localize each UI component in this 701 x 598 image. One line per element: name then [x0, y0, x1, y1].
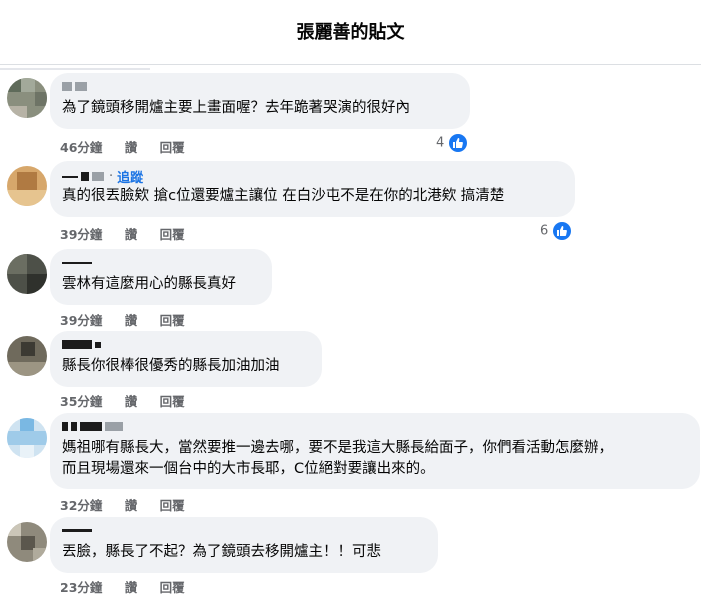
- like-button[interactable]: 讚: [125, 498, 138, 513]
- comment-bubble: 媽祖哪有縣長大，當然要推一邊去哪，要不是我這大縣長給面子，你們看活動怎麼辦， 而…: [50, 413, 700, 489]
- comment-time[interactable]: 35分鐘: [60, 394, 102, 409]
- comment-text: 丟臉，縣長了不起？為了鏡頭去移開爐主！！可悲: [62, 544, 381, 560]
- thumbs-up-icon: [449, 134, 468, 152]
- reaction-count[interactable]: 6: [540, 222, 572, 240]
- comment-text: 縣長你很棒很優秀的縣長加油加油: [62, 358, 280, 374]
- like-button[interactable]: 讚: [125, 394, 138, 409]
- comment-time[interactable]: 23分鐘: [60, 580, 102, 595]
- comment-time[interactable]: 39分鐘: [60, 227, 102, 242]
- comment-bubble: 縣長你很棒很優秀的縣長加油加油: [50, 331, 322, 387]
- comment-text: 雲林有這麼用心的縣長真好: [62, 276, 236, 292]
- comment-actions: 32分鐘 讚 回覆: [60, 495, 203, 514]
- comment-actions: 46分鐘 讚 回覆: [60, 137, 203, 156]
- reply-button[interactable]: 回覆: [160, 140, 185, 155]
- avatar[interactable]: [7, 418, 47, 458]
- comment-actions: 23分鐘 讚 回覆: [60, 577, 203, 596]
- reply-button[interactable]: 回覆: [160, 498, 185, 513]
- comment-actions: 35分鐘 讚 回覆: [60, 391, 203, 410]
- commenter-name[interactable]: [62, 419, 688, 435]
- page-header: 張麗善的貼文: [0, 0, 701, 65]
- comment-text: 為了鏡頭移開爐主要上畫面喔？去年跪著哭演的很好內: [62, 100, 410, 116]
- commenter-name[interactable]: [62, 337, 310, 353]
- reaction-count[interactable]: 4: [436, 134, 468, 152]
- avatar[interactable]: [7, 78, 47, 118]
- comment-time[interactable]: 46分鐘: [60, 140, 102, 155]
- commenter-name[interactable]: · 追蹤: [62, 167, 563, 186]
- comment-time[interactable]: 39分鐘: [60, 313, 102, 328]
- thumbs-up-icon: [553, 222, 572, 240]
- comment-text: 媽祖哪有縣長大，當然要推一邊去哪，要不是我這大縣長給面子，你們看活動怎麼辦，: [62, 440, 613, 456]
- like-button[interactable]: 讚: [125, 227, 138, 242]
- comment-actions: 39分鐘 讚 回覆: [60, 224, 203, 243]
- reply-button[interactable]: 回覆: [160, 394, 185, 409]
- avatar[interactable]: [7, 254, 47, 294]
- like-button[interactable]: 讚: [125, 313, 138, 328]
- commenter-name[interactable]: [62, 79, 458, 95]
- comment-actions: 39分鐘 讚 回覆: [60, 310, 203, 329]
- like-button[interactable]: 讚: [125, 140, 138, 155]
- commenter-name[interactable]: [62, 255, 260, 271]
- comment-bubble: 丟臉，縣長了不起？為了鏡頭去移開爐主！！可悲: [50, 517, 438, 573]
- reply-button[interactable]: 回覆: [160, 580, 185, 595]
- reply-button[interactable]: 回覆: [160, 313, 185, 328]
- avatar[interactable]: [7, 522, 47, 562]
- follow-button[interactable]: 追蹤: [117, 171, 143, 186]
- comment-bubble: 雲林有這麼用心的縣長真好: [50, 249, 272, 305]
- reply-button[interactable]: 回覆: [160, 227, 185, 242]
- comment-time[interactable]: 32分鐘: [60, 498, 102, 513]
- avatar[interactable]: [7, 166, 47, 206]
- comment-text: 真的很丟臉欸 搶c位還要爐主讓位 在白沙屯不是在你的北港欸 搞清楚: [62, 188, 505, 204]
- divider: [0, 68, 150, 70]
- avatar[interactable]: [7, 336, 47, 376]
- comment-bubble: · 追蹤 真的很丟臉欸 搶c位還要爐主讓位 在白沙屯不是在你的北港欸 搞清楚: [50, 161, 575, 217]
- commenter-name[interactable]: [62, 523, 426, 539]
- comment-text: 而且現場還來一個台中的大市長耶，C位絕對要讓出來的。: [62, 461, 435, 477]
- like-button[interactable]: 讚: [125, 580, 138, 595]
- page-title: 張麗善的貼文: [296, 22, 405, 43]
- comment-bubble: 為了鏡頭移開爐主要上畫面喔？去年跪著哭演的很好內: [50, 73, 470, 129]
